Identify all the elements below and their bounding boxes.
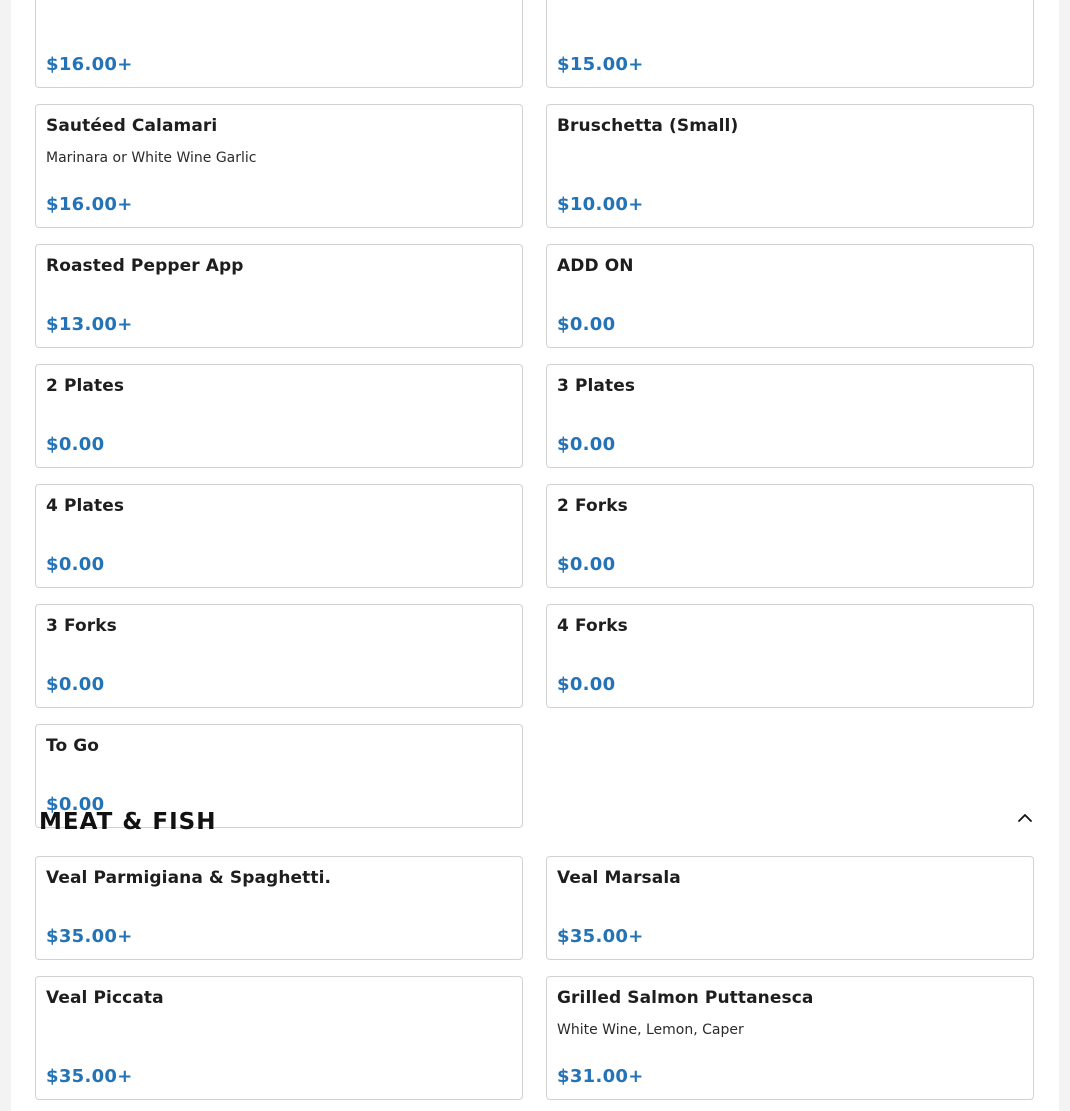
menu-item-price: $10.00+: [557, 194, 644, 215]
menu-item-price: $16.00+: [46, 194, 133, 215]
menu-item-card[interactable]: Grilled Salmon Puttanesca White Wine, Le…: [546, 976, 1034, 1100]
menu-item-price: $0.00: [557, 674, 616, 695]
menu-item-name: ADD ON: [557, 256, 634, 276]
menu-item-price: $0.00: [46, 554, 105, 575]
menu-item-price: $13.00+: [46, 314, 133, 335]
menu-item-price: $31.00+: [557, 1066, 644, 1087]
section-header-meat-fish[interactable]: MEAT & FISH: [39, 806, 1033, 838]
menu-item-price: $0.00: [557, 314, 616, 335]
menu-item-name: 3 Plates: [557, 376, 636, 396]
menu-item-card[interactable]: $16.00+: [35, 0, 523, 88]
menu-item-name: Bruschetta (Small): [557, 116, 739, 136]
menu-item-name: Veal Marsala: [557, 868, 681, 888]
menu-item-description: Marinara or White Wine Garlic: [46, 150, 257, 166]
menu-item-description: White Wine, Lemon, Caper: [557, 1022, 744, 1038]
menu-item-name: Veal Piccata: [46, 988, 164, 1008]
menu-item-card[interactable]: Roasted Pepper App $13.00+: [35, 244, 523, 348]
menu-item-price: $35.00+: [46, 1066, 133, 1087]
menu-item-price: $0.00: [46, 434, 105, 455]
menu-item-card[interactable]: 3 Forks $0.00: [35, 604, 523, 708]
menu-item-name: 2 Forks: [557, 496, 628, 516]
menu-item-price: $0.00: [557, 554, 616, 575]
menu-page: $16.00+ $15.00+ Sautéed Calamari Marinar…: [11, 0, 1059, 1111]
menu-item-card[interactable]: 4 Plates $0.00: [35, 484, 523, 588]
menu-item-price: $35.00+: [46, 926, 133, 947]
menu-item-name: Grilled Salmon Puttanesca: [557, 988, 814, 1008]
menu-item-card[interactable]: Veal Parmigiana & Spaghetti. $35.00+: [35, 856, 523, 960]
menu-item-price: $0.00: [46, 674, 105, 695]
appetizer-items-grid: $16.00+ $15.00+ Sautéed Calamari Marinar…: [35, 0, 1034, 828]
menu-item-name: Sautéed Calamari: [46, 116, 218, 136]
section-title: MEAT & FISH: [39, 809, 217, 835]
menu-item-price: $15.00+: [557, 54, 644, 75]
meat-fish-items-grid: Veal Parmigiana & Spaghetti. $35.00+ Vea…: [35, 856, 1034, 1100]
menu-item-name: Roasted Pepper App: [46, 256, 244, 276]
menu-item-card[interactable]: Veal Piccata $35.00+: [35, 976, 523, 1100]
menu-item-name: 4 Forks: [557, 616, 628, 636]
menu-item-name: 3 Forks: [46, 616, 117, 636]
menu-item-card[interactable]: $15.00+: [546, 0, 1034, 88]
menu-item-card[interactable]: Veal Marsala $35.00+: [546, 856, 1034, 960]
menu-item-card[interactable]: Bruschetta (Small) $10.00+: [546, 104, 1034, 228]
menu-item-card[interactable]: 2 Forks $0.00: [546, 484, 1034, 588]
menu-item-name: To Go: [46, 736, 100, 756]
menu-item-price: $16.00+: [46, 54, 133, 75]
menu-item-card[interactable]: 2 Plates $0.00: [35, 364, 523, 468]
menu-item-price: $35.00+: [557, 926, 644, 947]
chevron-up-icon[interactable]: [1017, 810, 1033, 826]
menu-item-price: $0.00: [557, 434, 616, 455]
menu-item-name: 4 Plates: [46, 496, 125, 516]
menu-item-card[interactable]: ADD ON $0.00: [546, 244, 1034, 348]
menu-item-card[interactable]: 4 Forks $0.00: [546, 604, 1034, 708]
menu-item-name: Veal Parmigiana & Spaghetti.: [46, 868, 332, 888]
menu-item-card[interactable]: 3 Plates $0.00: [546, 364, 1034, 468]
menu-item-card[interactable]: Sautéed Calamari Marinara or White Wine …: [35, 104, 523, 228]
menu-item-name: 2 Plates: [46, 376, 125, 396]
